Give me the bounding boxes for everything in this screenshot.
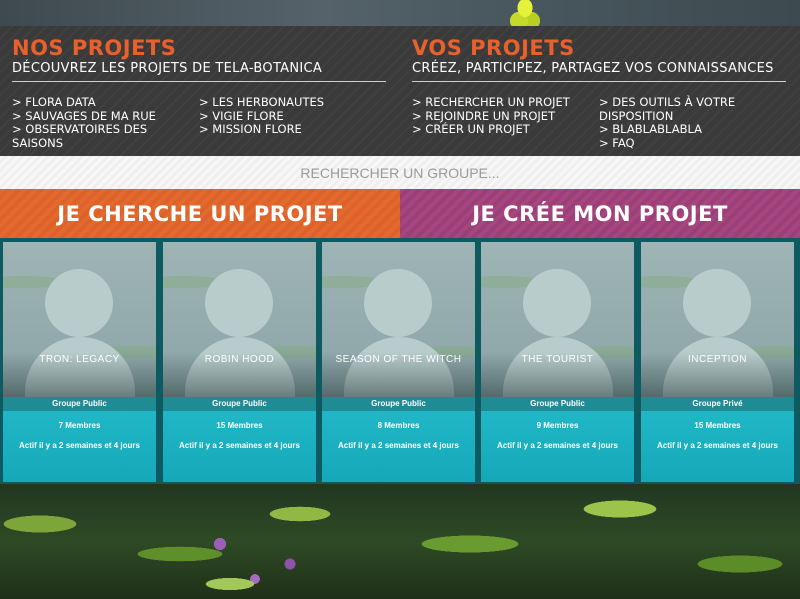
group-avatar: Inception — [641, 242, 794, 397]
project-actions: Je cherche un projet Je crée mon projet — [0, 189, 800, 238]
group-members: 15 Membres — [216, 421, 263, 430]
group-search-input[interactable] — [0, 156, 800, 189]
group-type: Groupe Public — [481, 397, 634, 411]
group-members: 8 Membres — [377, 421, 420, 430]
group-activity: Actif il y a 2 semaines et 4 jours — [497, 441, 618, 450]
group-type: Groupe Public — [163, 397, 316, 411]
group-name: Robin Hood — [204, 354, 275, 365]
group-type: Groupe Privé — [641, 397, 794, 411]
link-observatoires-des-saisons[interactable]: > Observatoires des saisons — [12, 122, 199, 150]
group-type: Groupe Public — [3, 397, 156, 411]
avatar-head-shape — [523, 269, 591, 337]
link-mission-flore[interactable]: > Mission Flore — [199, 122, 386, 137]
group-members: 15 Membres — [694, 421, 741, 430]
group-avatar: Robin Hood — [163, 242, 316, 397]
avatar-head-shape — [683, 269, 751, 337]
search-project-button[interactable]: Je cherche un projet — [0, 189, 400, 238]
nos-projets-section: Nos projets Découvrez les projets de Tel… — [12, 36, 386, 150]
group-info: 9 Membres Actif il y a 2 semaines et 4 j… — [481, 411, 634, 482]
nos-projets-links: > Flora Data > Sauvages de ma rue > Obse… — [12, 95, 386, 150]
header-panel: Nos projets Découvrez les projets de Tel… — [0, 26, 800, 156]
link-faq[interactable]: > FAQ — [599, 136, 786, 151]
group-search-bar — [0, 156, 800, 189]
group-info: 8 Membres Actif il y a 2 semaines et 4 j… — [322, 411, 475, 482]
create-project-button[interactable]: Je crée mon projet — [400, 189, 800, 238]
background-photo-ferns — [0, 484, 800, 599]
group-name: Inception — [688, 354, 747, 365]
link-sauvages-de-ma-rue[interactable]: > Sauvages de ma rue — [12, 109, 199, 124]
group-cards-strip: Tron: Legacy Groupe Public 7 Membres Act… — [0, 238, 800, 484]
avatar-head-shape — [45, 269, 113, 337]
avatar-head-shape — [205, 269, 273, 337]
nos-projets-title: Nos projets — [12, 36, 177, 60]
group-name: Season of the Witch — [335, 354, 462, 365]
group-activity: Actif il y a 2 semaines et 4 jours — [179, 441, 300, 450]
group-members: 9 Membres — [536, 421, 579, 430]
vos-projets-title: Vos projets — [412, 36, 575, 60]
group-card[interactable]: The Tourist Groupe Public 9 Membres Acti… — [481, 242, 634, 482]
group-info: 7 Membres Actif il y a 2 semaines et 4 j… — [3, 411, 156, 482]
background-photo-top — [0, 0, 800, 26]
group-avatar: Season of the Witch — [322, 242, 475, 397]
group-activity: Actif il y a 2 semaines et 4 jours — [657, 441, 778, 450]
group-type: Groupe Public — [322, 397, 475, 411]
group-activity: Actif il y a 2 semaines et 4 jours — [338, 441, 459, 450]
link-vigie-flore[interactable]: > Vigie Flore — [199, 109, 386, 124]
nos-projets-subtitle: Découvrez les projets de Tela-Botanica — [12, 60, 386, 82]
vos-projets-subtitle: Créez, participez, partagez vos connaiss… — [412, 60, 786, 82]
link-rechercher-un-projet[interactable]: > Rechercher un projet — [412, 95, 599, 110]
group-card[interactable]: Robin Hood Groupe Public 15 Membres Acti… — [163, 242, 316, 482]
group-info: 15 Membres Actif il y a 2 semaines et 4 … — [163, 411, 316, 482]
group-card[interactable]: Inception Groupe Privé 15 Membres Actif … — [641, 242, 794, 482]
link-flora-data[interactable]: > Flora Data — [12, 95, 199, 110]
link-rejoindre-un-projet[interactable]: > Rejoindre un projet — [412, 109, 599, 124]
group-activity: Actif il y a 2 semaines et 4 jours — [19, 441, 140, 450]
group-avatar: The Tourist — [481, 242, 634, 397]
avatar-head-shape — [364, 269, 432, 337]
group-members: 7 Membres — [58, 421, 101, 430]
vos-projets-links: > Rechercher un projet > Rejoindre un pr… — [412, 95, 786, 151]
group-card[interactable]: Season of the Witch Groupe Public 8 Memb… — [322, 242, 475, 482]
group-card[interactable]: Tron: Legacy Groupe Public 7 Membres Act… — [3, 242, 156, 482]
link-blablablabla[interactable]: > Blablablabla — [599, 122, 786, 137]
vos-projets-section: Vos projets Créez, participez, partagez … — [412, 36, 786, 150]
link-creer-un-projet[interactable]: > Créer un projet — [412, 122, 599, 137]
link-les-herbonautes[interactable]: > Les Herbonautes — [199, 95, 386, 110]
group-name: The Tourist — [521, 354, 594, 365]
link-des-outils[interactable]: > Des outils à votre disposition — [599, 95, 786, 123]
sprout-image — [510, 0, 540, 26]
group-avatar: Tron: Legacy — [3, 242, 156, 397]
group-name: Tron: Legacy — [39, 354, 120, 365]
group-info: 15 Membres Actif il y a 2 semaines et 4 … — [641, 411, 794, 482]
